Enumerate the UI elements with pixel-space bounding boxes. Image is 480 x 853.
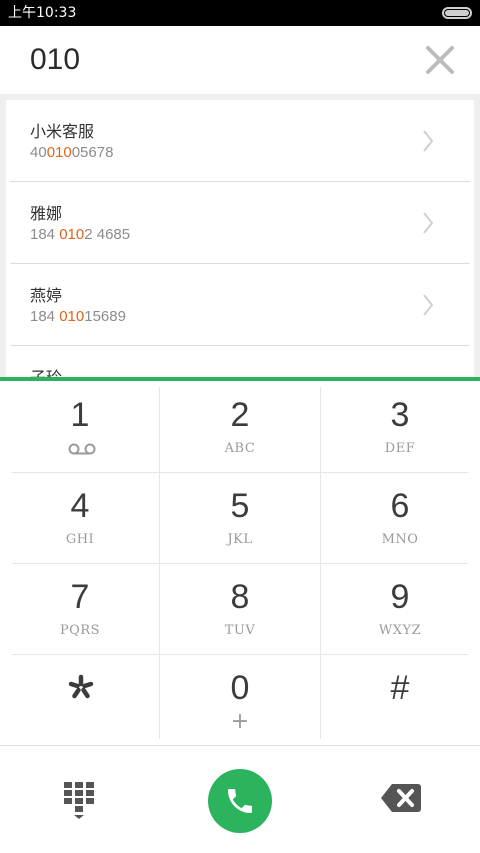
key-3[interactable]: 3 DEF: [320, 381, 480, 472]
contact-name: 小米客服: [30, 122, 95, 141]
key-digit: 7: [70, 578, 90, 616]
backspace-button[interactable]: [380, 782, 422, 814]
key-2[interactable]: 2 ABC: [160, 381, 320, 472]
match-highlight: 010: [59, 226, 85, 243]
key-star[interactable]: [0, 654, 160, 745]
call-button[interactable]: [208, 769, 272, 833]
key-digit: 4: [70, 487, 90, 525]
keypad-toggle-button[interactable]: [60, 780, 98, 820]
key-7[interactable]: 7 PQRS: [0, 563, 160, 654]
phone-icon: [228, 789, 252, 813]
match-highlight: 010: [59, 308, 85, 325]
contact-row[interactable]: 小米客服 4001005678: [10, 100, 470, 182]
key-1[interactable]: 1: [0, 381, 160, 472]
key-letters: MNO: [381, 532, 419, 547]
contact-row[interactable]: 子玲: [10, 346, 470, 378]
number-bar: 010: [0, 26, 480, 94]
key-letters: JKL: [227, 532, 253, 547]
contact-number: 184 01015689: [30, 308, 126, 325]
dialpad-icon: [64, 782, 94, 819]
contact-name: 燕婷: [30, 286, 63, 305]
key-digit: 0: [230, 669, 250, 707]
contact-number: 184 0102 4685: [30, 226, 131, 243]
chevron-right-icon: [423, 294, 434, 316]
dialed-number: 010: [30, 43, 81, 76]
key-digit: 5: [230, 487, 250, 525]
key-digit: 8: [230, 578, 250, 616]
chevron-right-icon: [423, 212, 434, 234]
key-letters: TUV: [224, 623, 256, 638]
bottom-action-bar: [0, 745, 480, 853]
key-letters: GHI: [65, 532, 95, 547]
key-digit: #: [390, 669, 410, 707]
key-0[interactable]: 0 +: [160, 654, 320, 745]
dialpad: 1 2 ABC 3 DEF 4 GHI 5 JKL 6 MNO 7 PQRS 8…: [0, 381, 480, 745]
contact-number: 4001005678: [30, 144, 114, 161]
key-digit: 2: [230, 396, 250, 434]
key-digit: 9: [390, 578, 410, 616]
results-area: 小米客服 4001005678 雅娜 184 0102 4685 燕婷 184 …: [0, 94, 480, 378]
key-5[interactable]: 5 JKL: [160, 472, 320, 563]
contact-row[interactable]: 雅娜 184 0102 4685: [10, 182, 470, 264]
key-digit: 6: [390, 487, 410, 525]
clear-button[interactable]: [422, 42, 458, 78]
status-time: 上午10:33: [8, 5, 77, 21]
key-hash[interactable]: #: [320, 654, 480, 745]
key-letters: DEF: [384, 441, 416, 456]
star-key-icon: [68, 674, 94, 699]
backspace-icon: [381, 784, 421, 812]
key-4[interactable]: 4 GHI: [0, 472, 160, 563]
key-9[interactable]: 9 WXYZ: [320, 563, 480, 654]
key-letters: +: [230, 709, 250, 734]
key-digit: 1: [70, 396, 90, 434]
key-8[interactable]: 8 TUV: [160, 563, 320, 654]
status-bar: 上午10:33: [0, 0, 480, 26]
key-6[interactable]: 6 MNO: [320, 472, 480, 563]
results-list: 小米客服 4001005678 雅娜 184 0102 4685 燕婷 184 …: [6, 100, 474, 378]
key-letters: WXYZ: [378, 623, 422, 638]
contact-row[interactable]: 燕婷 184 01015689: [10, 264, 470, 346]
match-highlight: 010: [46, 144, 72, 161]
key-digit: 3: [390, 396, 410, 434]
voicemail-icon: [68, 443, 96, 455]
battery-icon: [442, 7, 472, 19]
chevron-right-icon: [423, 130, 434, 152]
contact-name: 雅娜: [30, 204, 63, 223]
key-letters: ABC: [224, 441, 256, 456]
key-letters: PQRS: [59, 623, 101, 638]
close-icon: [426, 46, 454, 74]
